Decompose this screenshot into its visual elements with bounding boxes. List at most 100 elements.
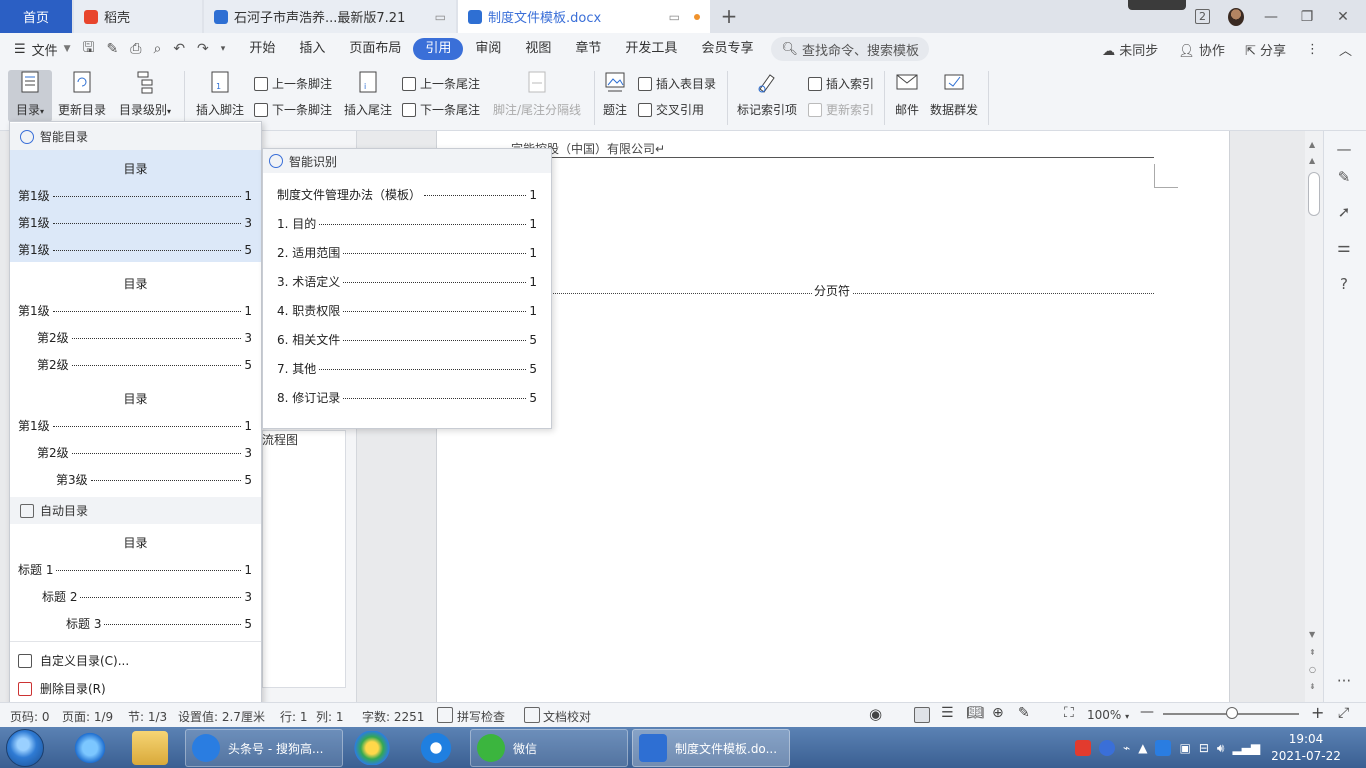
toc-level-button[interactable]: 目录级别▾ [114, 69, 176, 118]
collapse-sidebar-icon[interactable]: — [1335, 140, 1353, 158]
file-menu[interactable]: ☰ 文件 ▼ [0, 40, 71, 59]
insert-index-button[interactable]: 插入索引 [808, 75, 874, 92]
scrollbar-thumb[interactable] [1308, 172, 1320, 216]
menu-view[interactable]: 视图 [513, 38, 563, 60]
undo-icon[interactable]: ↶ [173, 41, 185, 57]
caption-button[interactable]: 题注 [600, 69, 630, 118]
sogou-input-icon[interactable] [1075, 740, 1091, 756]
zoom-level[interactable]: 100% ▾ [1087, 708, 1129, 722]
next-page-icon[interactable]: ⇟ [1309, 682, 1316, 691]
usb-icon[interactable]: ⌁ [1123, 741, 1130, 755]
mark-index-entry-button[interactable]: 标记索引项 [734, 69, 800, 118]
collapse-ribbon-icon[interactable]: ︿ [1339, 40, 1352, 59]
tab-home[interactable]: 首页 [0, 0, 72, 33]
outline-view-icon[interactable]: ☰ [941, 705, 954, 721]
prev-endnote-button[interactable]: 上一条尾注 [402, 75, 480, 92]
smart-recognize-panel[interactable]: 智能识别 制度文件管理办法（模板） 1 1. 目的 1 2. 适用范围 1 3. 术语… [262, 148, 552, 429]
taskbar-task-wps[interactable]: 制度文件模板.do... [632, 729, 790, 767]
close-icon[interactable]: ✕ [1334, 9, 1352, 25]
monitor-icon[interactable]: ▭ [669, 10, 680, 24]
insert-footnote-button[interactable]: 1 插入脚注 [194, 69, 246, 118]
update-toc-button[interactable]: 更新目录 [56, 69, 108, 118]
more-icon[interactable]: ⋮ [1306, 42, 1319, 57]
document-page[interactable] [436, 131, 1230, 702]
note-separator-button[interactable]: 脚注/尾注分隔线 [490, 69, 584, 118]
monitor-icon[interactable]: ▭ [435, 10, 446, 24]
update-index-button[interactable]: 更新索引 [808, 101, 874, 118]
spell-check-button[interactable]: 拼写检查 [457, 708, 505, 725]
pointer-icon[interactable]: ➚ [1335, 203, 1353, 221]
web-view-icon[interactable]: ⊕ [992, 705, 1004, 721]
ie-browser-icon[interactable] [72, 731, 108, 765]
save-icon[interactable]: 🖫 [83, 37, 95, 61]
prev-page-icon[interactable]: ⇞ [1309, 648, 1316, 657]
minimize-icon[interactable]: — [1262, 9, 1280, 25]
zoom-slider-handle[interactable] [1226, 707, 1238, 719]
zoom-out-icon[interactable]: — [1140, 704, 1154, 720]
redo-icon[interactable]: ↷ [197, 41, 209, 57]
eye-protection-icon[interactable]: ◉ [869, 705, 882, 723]
help-icon[interactable]: ? [1335, 275, 1353, 293]
collaborate-button[interactable]: 👤︎ 协作 [1178, 40, 1225, 59]
security-shield-icon[interactable] [1155, 740, 1172, 756]
menu-insert[interactable]: 插入 [287, 38, 337, 60]
next-footnote-button[interactable]: 下一条脚注 [254, 101, 332, 118]
toc-style-option-1[interactable]: 目录 第1级 1 第1级 3 第1级 5 [10, 150, 261, 262]
fullscreen-icon[interactable]: ⤢ [1338, 705, 1349, 721]
menu-start[interactable]: 开始 [237, 38, 287, 60]
scroll-down-icon[interactable]: ▼ [1309, 630, 1315, 639]
custom-toc-item[interactable]: 自定义目录(C)... [18, 652, 129, 669]
signal-icon[interactable]: ▂▄▆ [1232, 741, 1260, 755]
toc-button[interactable]: 目录▾ [10, 69, 50, 118]
reading-view-icon[interactable]: 📖︎ [966, 705, 984, 721]
customize-chevron-icon[interactable]: ▾ [221, 44, 226, 54]
insert-endnote-button[interactable]: i 插入尾注 [342, 69, 394, 118]
prev-footnote-button[interactable]: 上一条脚注 [254, 75, 332, 92]
menu-member[interactable]: 会员专享 [689, 38, 765, 60]
media-player-icon[interactable] [354, 731, 390, 765]
restore-icon[interactable]: ❐ [1298, 9, 1316, 25]
print-preview-icon[interactable]: ⌕ [153, 41, 161, 57]
device-icon[interactable]: ▣ [1179, 741, 1190, 755]
cross-reference-button[interactable]: 交叉引用 [638, 101, 704, 118]
proofread-button[interactable]: 文档校对 [543, 708, 591, 725]
menu-chapter[interactable]: 章节 [563, 38, 613, 60]
start-button[interactable] [6, 729, 44, 767]
vertical-scrollbar[interactable] [1305, 131, 1323, 702]
tab-daoke[interactable]: 稻壳 [74, 0, 202, 33]
pen-icon[interactable]: ✎ [1335, 168, 1353, 186]
volume-icon[interactable]: 🔊︎ [1217, 741, 1225, 756]
show-hidden-icons[interactable]: ▲ [1138, 741, 1147, 755]
menu-review[interactable]: 审阅 [463, 38, 513, 60]
help-tray-icon[interactable] [1099, 740, 1115, 756]
new-tab-button[interactable]: + [716, 4, 742, 28]
window-count-badge[interactable]: 2 [1195, 9, 1210, 24]
mail-button[interactable]: 邮件 [892, 69, 922, 118]
fit-page-icon[interactable]: ⛶ [1064, 705, 1074, 721]
share-button[interactable]: ⇱ 分享 [1245, 40, 1286, 59]
menu-references[interactable]: 引用 [413, 38, 464, 60]
select-browse-icon[interactable]: ○ [1309, 665, 1316, 674]
toc-style-option-auto[interactable]: 目录 标题 1 1 标题 2 3 标题 3 5 [10, 524, 261, 636]
format-painter-icon[interactable]: ✎ [107, 41, 119, 57]
taskbar-task-wechat[interactable]: 微信 [470, 729, 628, 767]
file-explorer-icon[interactable] [132, 731, 168, 765]
taskbar-task-sogou[interactable]: 头条号 - 搜狗高... [185, 729, 343, 767]
insert-table-of-figures-button[interactable]: 插入表目录 [638, 75, 716, 92]
tab-document-1[interactable]: 石河子市声浩养...最新版7.21 ▭ [204, 0, 456, 33]
navigation-item[interactable]: 流程图 [262, 431, 298, 448]
next-endnote-button[interactable]: 下一条尾注 [402, 101, 480, 118]
k-app-icon[interactable] [418, 731, 454, 765]
command-search[interactable]: 🔍︎ 查找命令、搜索模板 [771, 37, 929, 61]
scroll-up-icon[interactable]: ▲ [1309, 140, 1315, 149]
menu-developer[interactable]: 开发工具 [613, 38, 689, 60]
toc-style-option-3[interactable]: 目录 第1级 1 第2级 3 第3级 5 [10, 380, 261, 492]
tab-document-2[interactable]: 制度文件模板.docx ▭ [458, 0, 710, 33]
page-view-icon[interactable] [914, 707, 930, 723]
status-word-count[interactable]: 字数: 2251 [362, 708, 424, 725]
more-horizontal-icon[interactable]: ··· [1335, 672, 1353, 690]
menu-page-layout[interactable]: 页面布局 [337, 38, 413, 60]
settings-sliders-icon[interactable]: ⚌ [1335, 238, 1353, 256]
network-icon[interactable]: ⊟ [1199, 741, 1209, 755]
toc-style-option-2[interactable]: 目录 第1级 1 第2级 3 第2级 5 [10, 265, 261, 377]
